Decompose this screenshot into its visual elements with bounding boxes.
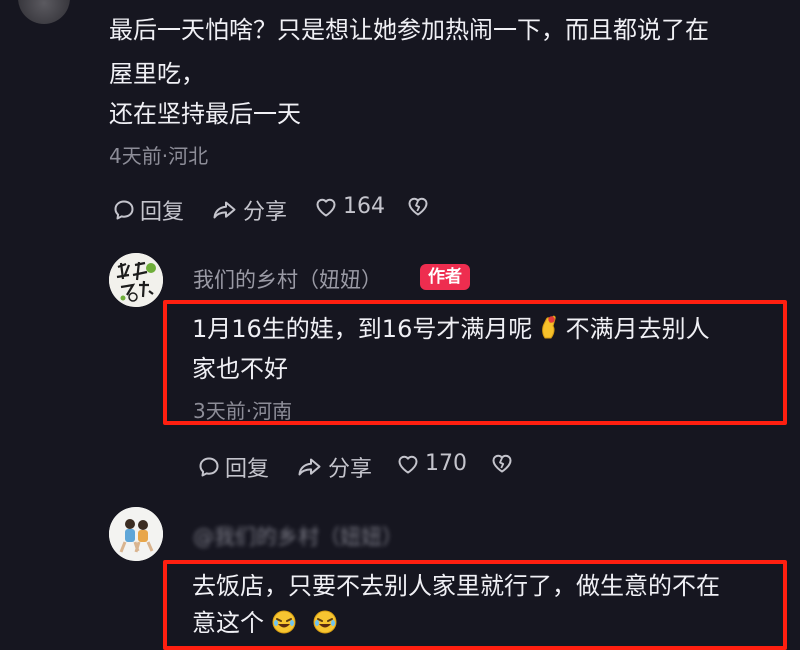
- reply-text-line-2: 意这个: [192, 604, 337, 642]
- pinched-hand-emoji: [540, 313, 558, 339]
- author-badge: 作者: [420, 264, 470, 290]
- avatar-replier[interactable]: [109, 507, 163, 561]
- reply-text-line-1-part-2: 不满月去别人: [565, 315, 710, 343]
- speech-bubble-icon: [112, 198, 136, 222]
- reply-text-line-2: 家也不好: [192, 355, 288, 383]
- reply-text-line-2-text: 意这个: [192, 609, 264, 637]
- comment-text-line-3: 还在坚持最后一天: [109, 100, 301, 128]
- broken-heart-icon: [405, 194, 431, 218]
- dislike-button[interactable]: [489, 451, 515, 475]
- reply-text-line-1: 1月16生的娃，到16号才满月呢 不满月去别人: [192, 310, 710, 348]
- reply-button[interactable]: 回复: [112, 194, 184, 226]
- reply-label: 回复: [140, 200, 185, 225]
- avatar-commenter-top[interactable]: [18, 0, 70, 24]
- heart-outline-icon: [313, 195, 339, 219]
- like-count: 170: [425, 451, 467, 476]
- like-count: 164: [343, 194, 385, 219]
- replier-username[interactable]: @我们的乡村（妞妞）: [193, 521, 403, 551]
- author-username[interactable]: 我们的乡村（妞妞）: [193, 264, 382, 294]
- share-button[interactable]: 分享: [296, 451, 372, 483]
- comment-text-line-1: 最后一天怕啥？只是想让她参加热闹一下，而且都说了在: [109, 16, 709, 44]
- share-label: 分享: [243, 200, 288, 225]
- reply-meta: 3天前·河南: [193, 399, 293, 423]
- dislike-button[interactable]: [405, 194, 431, 218]
- like-button[interactable]: 170: [395, 451, 467, 476]
- share-arrow-icon: [296, 455, 324, 479]
- share-button[interactable]: 分享: [211, 194, 287, 226]
- avatar-author[interactable]: [109, 253, 163, 307]
- rolling-laughing-emoji: [313, 607, 337, 634]
- comment-meta: 4天前·河北: [109, 144, 209, 168]
- speech-bubble-icon: [197, 455, 221, 479]
- reply-text-line-1: 去饭店，只要不去别人家里就行了，做生意的不在: [192, 572, 720, 600]
- share-label: 分享: [328, 457, 373, 482]
- reply-text-line-1-part-1: 1月16生的娃，到16号才满月呢: [192, 315, 533, 343]
- reply-label: 回复: [225, 457, 270, 482]
- reply-button[interactable]: 回复: [197, 451, 269, 483]
- like-button[interactable]: 164: [313, 194, 385, 219]
- share-arrow-icon: [211, 198, 239, 222]
- comment-text-line-2: 屋里吃，: [109, 60, 205, 88]
- heart-outline-icon: [395, 452, 421, 476]
- broken-heart-icon: [489, 451, 515, 475]
- rolling-laughing-emoji: [272, 607, 296, 634]
